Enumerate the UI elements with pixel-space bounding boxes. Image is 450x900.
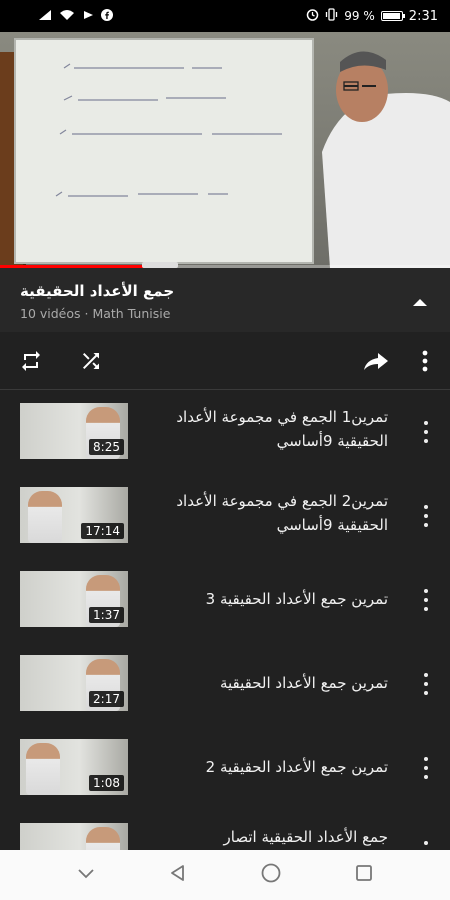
video-thumbnail[interactable]: 2:17 — [20, 655, 128, 711]
list-item[interactable]: 8:25 تمرين1 الجمع في مجموعة الأعداد الحق… — [0, 391, 450, 475]
playlist-header[interactable]: جمع الأعداد الحقيقية 10 vidéos · Math Tu… — [0, 268, 450, 332]
more-vert-icon[interactable] — [420, 421, 432, 443]
more-vert-icon[interactable] — [420, 505, 432, 527]
video-title[interactable]: جمع الأعداد الحقيقية اتصار — [144, 825, 388, 849]
video-presenter — [300, 32, 450, 268]
wifi-icon — [59, 9, 75, 24]
video-whiteboard — [14, 38, 314, 264]
video-thumbnail[interactable]: 1:08 — [20, 739, 128, 795]
shuffle-icon[interactable] — [78, 348, 104, 374]
more-vert-icon[interactable] — [420, 589, 432, 611]
signal-icon — [38, 9, 52, 24]
collapse-icon[interactable] — [410, 294, 430, 308]
loop-icon[interactable] — [18, 348, 44, 374]
cast-icon — [82, 9, 94, 24]
status-right: 99 % 2:31 — [306, 8, 438, 24]
list-item[interactable]: 2:17 تمرين جمع الأعداد الحقيقية — [0, 643, 450, 727]
video-thumbnail[interactable] — [20, 823, 128, 850]
playlist-list: 8:25 تمرين1 الجمع في مجموعة الأعداد الحق… — [0, 391, 450, 850]
video-thumbnail[interactable]: 8:25 — [20, 403, 128, 459]
list-item[interactable]: 17:14 تمرين2 الجمع في مجموعة الأعداد الح… — [0, 475, 450, 559]
duration-badge: 17:14 — [81, 523, 124, 539]
more-vert-icon[interactable] — [420, 841, 432, 850]
video-player[interactable] — [0, 32, 450, 268]
status-bar: 99 % 2:31 — [0, 0, 450, 32]
battery-percent: 99 % — [344, 9, 375, 23]
duration-badge: 2:17 — [89, 691, 124, 707]
back-icon[interactable] — [168, 863, 188, 887]
share-icon[interactable] — [363, 348, 389, 374]
video-title[interactable]: تمرين جمع الأعداد الحقيقية 3 — [144, 587, 388, 611]
video-title[interactable]: تمرين1 الجمع في مجموعة الأعداد الحقيقية … — [144, 405, 388, 453]
battery-icon — [380, 11, 405, 21]
playlist-subtitle: 10 vidéos · Math Tunisie — [20, 306, 171, 321]
video-thumbnail[interactable]: 1:37 — [20, 571, 128, 627]
video-title[interactable]: تمرين2 الجمع في مجموعة الأعداد الحقيقية … — [144, 489, 388, 537]
video-title[interactable]: تمرين جمع الأعداد الحقيقية — [144, 671, 388, 695]
duration-badge: 1:08 — [89, 775, 124, 791]
more-vert-icon[interactable] — [420, 757, 432, 779]
more-vert-icon[interactable] — [420, 673, 432, 695]
alarm-icon — [306, 8, 319, 24]
vibrate-icon — [325, 8, 338, 24]
recents-icon[interactable] — [354, 863, 374, 887]
duration-badge: 8:25 — [89, 439, 124, 455]
more-vert-icon[interactable] — [412, 348, 438, 374]
status-left — [38, 8, 113, 24]
video-thumbnail[interactable]: 17:14 — [20, 487, 128, 543]
list-item[interactable]: 1:08 تمرين جمع الأعداد الحقيقية 2 — [0, 727, 450, 811]
list-item[interactable]: جمع الأعداد الحقيقية اتصار — [0, 811, 450, 850]
clock: 2:31 — [408, 8, 438, 24]
chevron-down-icon[interactable] — [76, 866, 96, 885]
video-title[interactable]: تمرين جمع الأعداد الحقيقية 2 — [144, 755, 388, 779]
home-icon[interactable] — [260, 862, 282, 888]
playlist-title: جمع الأعداد الحقيقية — [20, 282, 175, 300]
system-nav-bar — [0, 850, 450, 900]
facebook-icon — [101, 8, 113, 24]
list-item[interactable]: 1:37 تمرين جمع الأعداد الحقيقية 3 — [0, 559, 450, 643]
duration-badge: 1:37 — [89, 607, 124, 623]
playlist-actions — [0, 332, 450, 390]
